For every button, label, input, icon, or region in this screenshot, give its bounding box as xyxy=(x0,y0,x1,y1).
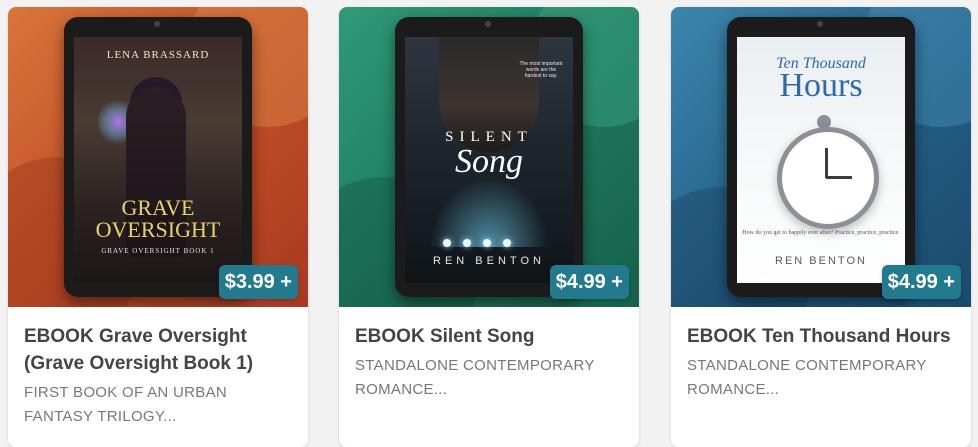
cover-title-line2: OVERSIGHT xyxy=(95,217,221,242)
cover-title: GRAVE OVERSIGHT xyxy=(74,197,242,241)
product-card-grave-oversight[interactable]: LENA BRASSARD GRAVE OVERSIGHT GRAVE OVER… xyxy=(8,7,308,447)
cover-subtitle: GRAVE OVERSIGHT BOOK 1 xyxy=(101,247,215,255)
book-cover: LENA BRASSARD GRAVE OVERSIGHT GRAVE OVER… xyxy=(74,37,242,283)
stage-light xyxy=(483,239,491,247)
tablet-mockup: LENA BRASSARD GRAVE OVERSIGHT GRAVE OVER… xyxy=(64,17,252,297)
product-description: STANDALONE CONTEMPORARY ROMANCE... xyxy=(687,357,927,398)
cover-title-line1: GRAVE xyxy=(121,195,195,220)
pocket-watch-icon xyxy=(777,127,879,229)
book-cover: The most important words are the hardest… xyxy=(405,37,573,283)
stage-light xyxy=(463,239,471,247)
tablet-mockup: The most important words are the hardest… xyxy=(395,17,583,297)
product-description: FIRST BOOK OF AN URBAN FANTASY TRILOGY..… xyxy=(24,384,228,425)
product-image[interactable]: The most important words are the hardest… xyxy=(339,7,639,307)
tablet-mockup: Ten Thousand Hours How do you get to hap… xyxy=(727,17,915,297)
product-card-ten-thousand-hours[interactable]: Ten Thousand Hours How do you get to hap… xyxy=(671,7,971,447)
product-info: EBOOK Grave Oversight (Grave Oversight B… xyxy=(8,307,308,429)
price-badge[interactable]: $3.99 + xyxy=(218,265,298,299)
cover-tagline: The most important words are the hardest… xyxy=(519,61,563,79)
stage-lights xyxy=(443,234,543,247)
cover-author: REN BENTON xyxy=(775,255,867,267)
tablet-camera xyxy=(817,21,823,27)
cover-author: REN BENTON xyxy=(433,255,545,267)
product-image[interactable]: LENA BRASSARD GRAVE OVERSIGHT GRAVE OVER… xyxy=(8,7,308,307)
stage-light xyxy=(443,239,451,247)
cover-author: LENA BRASSARD xyxy=(106,49,210,61)
stage-light xyxy=(503,239,511,247)
price-badge[interactable]: $4.99 + xyxy=(549,265,629,299)
book-cover: Ten Thousand Hours How do you get to hap… xyxy=(737,37,905,283)
product-title[interactable]: EBOOK Silent Song xyxy=(355,323,623,350)
product-title[interactable]: EBOOK Ten Thousand Hours xyxy=(687,323,955,350)
product-title[interactable]: EBOOK Grave Oversight (Grave Oversight B… xyxy=(24,323,292,377)
tablet-camera xyxy=(485,21,491,27)
cover-title-line2: Song xyxy=(455,143,523,180)
product-info: EBOOK Ten Thousand Hours STANDALONE CONT… xyxy=(671,307,971,402)
product-grid: LENA BRASSARD GRAVE OVERSIGHT GRAVE OVER… xyxy=(0,0,978,447)
product-image[interactable]: Ten Thousand Hours How do you get to hap… xyxy=(671,7,971,307)
tablet-camera xyxy=(154,21,160,27)
product-card-silent-song[interactable]: The most important words are the hardest… xyxy=(339,7,639,447)
cover-quote: How do you get to happily ever after? Pr… xyxy=(742,230,900,236)
price-badge[interactable]: $4.99 + xyxy=(881,265,961,299)
product-info: EBOOK Silent Song STANDALONE CONTEMPORAR… xyxy=(339,307,639,402)
product-description: STANDALONE CONTEMPORARY ROMANCE... xyxy=(355,357,595,398)
cover-title-line2: Hours xyxy=(779,67,863,104)
